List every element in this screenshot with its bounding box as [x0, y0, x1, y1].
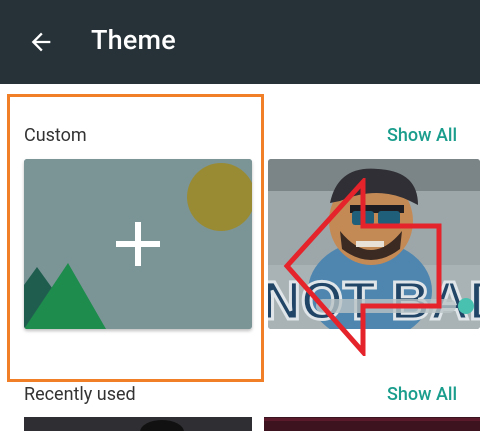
back-button[interactable] — [18, 23, 64, 61]
section-title-recently-used: Recently used — [24, 384, 136, 405]
add-custom-theme-tile[interactable] — [24, 159, 252, 329]
plus-icon — [116, 222, 160, 266]
arrow-back-icon — [31, 32, 51, 52]
recent-theme-tile[interactable] — [264, 417, 480, 431]
show-all-custom-link[interactable]: Show All — [387, 125, 457, 146]
show-all-recently-used-link[interactable]: Show All — [387, 384, 457, 405]
recent-theme-tile[interactable] — [24, 417, 252, 431]
red-arrow-annotation — [283, 178, 442, 356]
recent-theme-preview — [24, 418, 252, 431]
section-title-custom: Custom — [24, 125, 87, 146]
recent-theme-preview — [264, 418, 480, 431]
page-title: Theme — [91, 24, 176, 56]
app-bar: Theme — [0, 0, 480, 84]
